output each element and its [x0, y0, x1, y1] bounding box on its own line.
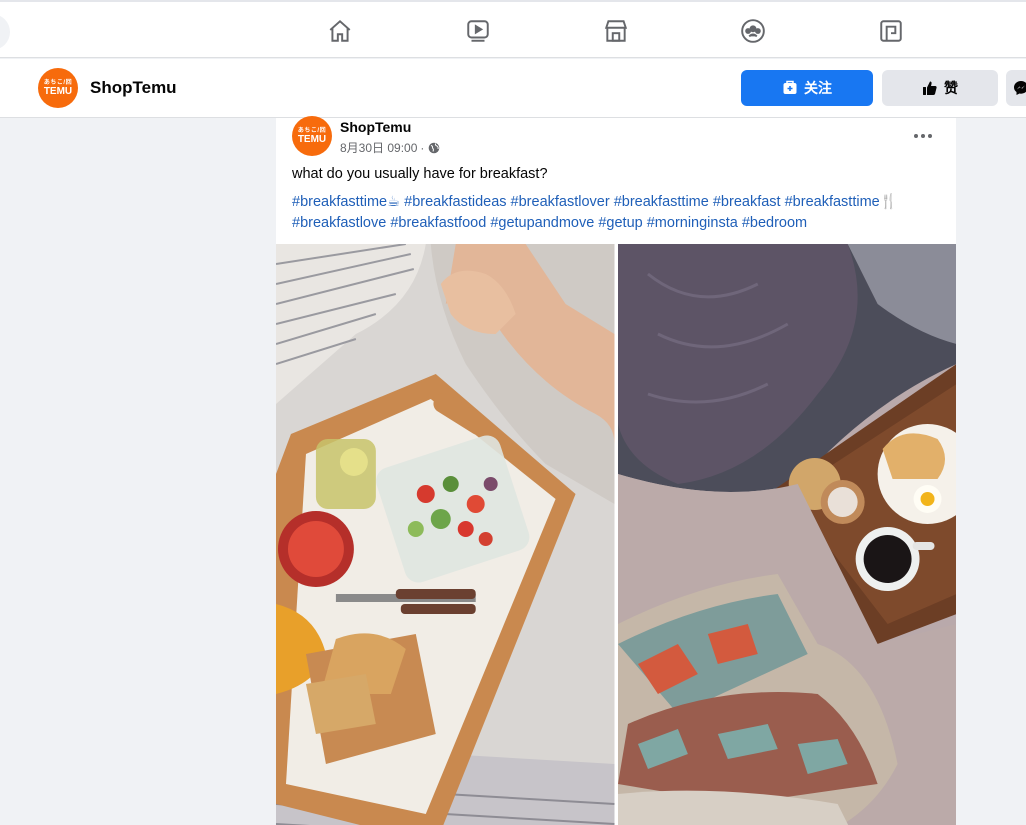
messenger-icon — [1014, 81, 1026, 95]
hashtag-link[interactable]: #getupandmove — [490, 215, 594, 231]
like-label: 赞 — [944, 80, 958, 96]
home-icon[interactable] — [325, 16, 355, 46]
hashtag-link[interactable]: #breakfastlover — [511, 194, 610, 210]
page-title[interactable]: ShopTemu — [90, 78, 177, 98]
logo-text-top: あちこ/回 — [297, 127, 327, 134]
marketplace-icon[interactable] — [601, 16, 631, 46]
hashtag-link[interactable]: #bedroom — [742, 215, 807, 231]
globe-icon — [429, 142, 440, 153]
groups-icon[interactable] — [738, 16, 768, 46]
post-card: あちこ/回 TEMU ShopTemu 8月30日 09:00 · what d… — [276, 116, 956, 825]
post-text: what do you usually have for breakfast? — [292, 166, 548, 182]
search-box-edge[interactable] — [0, 14, 10, 50]
post-photo-grid — [276, 244, 956, 825]
shoptemu-logo[interactable]: あちこ/回 TEMU — [38, 68, 78, 108]
follow-icon — [783, 80, 797, 94]
meta-separator: · — [420, 140, 425, 155]
hashtag-link[interactable]: #breakfastlove — [292, 215, 386, 231]
messenger-button[interactable] — [1006, 70, 1026, 106]
post-timestamp[interactable]: 8月30日 09:00 — [340, 139, 417, 156]
hashtag-link[interactable]: #breakfastfood — [390, 215, 486, 231]
hashtag-link[interactable]: #breakfastideas — [404, 194, 506, 210]
hashtag-link[interactable]: #breakfasttime — [614, 194, 709, 210]
breakfast-tray-photo-left[interactable] — [276, 244, 615, 825]
post-author-avatar[interactable]: あちこ/回 TEMU — [292, 116, 332, 156]
follow-label: 关注 — [804, 80, 832, 96]
post-meta: 8月30日 09:00 · — [340, 139, 440, 156]
hashtag-link[interactable]: #morninginsta — [647, 215, 738, 231]
breakfast-tray-photo-right[interactable] — [617, 244, 956, 825]
page-header: あちこ/回 TEMU ShopTemu 关注 赞 — [0, 59, 1026, 118]
hashtag-link[interactable]: #breakfast — [713, 194, 781, 210]
hashtag-link[interactable]: #breakfasttime☕ — [292, 194, 400, 210]
hashtag-link[interactable]: #breakfasttime🍴 — [785, 194, 898, 210]
top-navigation-bar — [0, 0, 1026, 58]
logo-text-top: あちこ/回 — [43, 79, 73, 86]
logo-text: TEMU — [297, 133, 327, 145]
like-button[interactable]: 赞 — [882, 70, 998, 106]
gaming-icon[interactable] — [876, 16, 906, 46]
more-options-button[interactable] — [908, 126, 938, 146]
watch-icon[interactable] — [463, 16, 493, 46]
follow-button[interactable]: 关注 — [741, 70, 873, 106]
logo-text: TEMU — [43, 85, 73, 97]
post-author-name[interactable]: ShopTemu — [340, 119, 411, 135]
hashtag-list: #breakfasttime☕ #breakfastideas #breakfa… — [292, 192, 932, 234]
thumbs-up-icon — [923, 81, 937, 95]
hashtag-link[interactable]: #getup — [598, 215, 642, 231]
